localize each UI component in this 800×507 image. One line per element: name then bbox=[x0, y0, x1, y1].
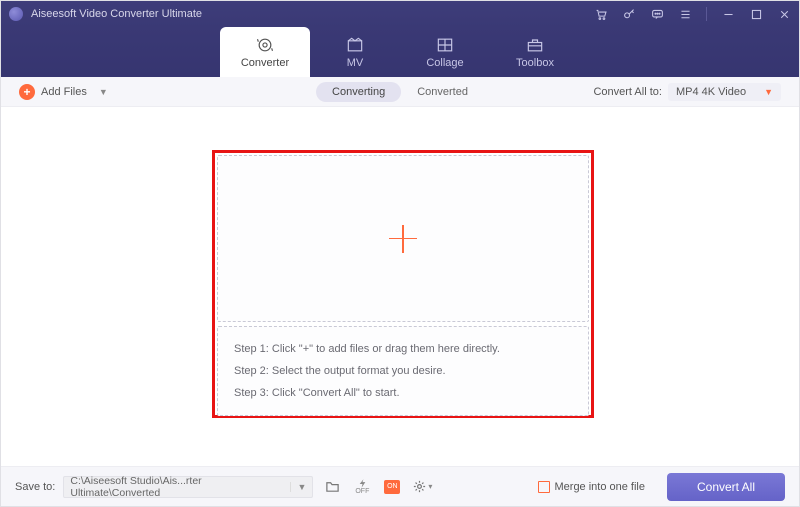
save-path-value: C:\Aiseesoft Studio\Ais...rter Ultimate\… bbox=[70, 475, 290, 499]
cart-icon[interactable] bbox=[594, 7, 608, 21]
off-label: OFF bbox=[355, 488, 369, 495]
tab-label: Converter bbox=[241, 57, 289, 69]
hardware-accel-button[interactable]: OFF bbox=[351, 476, 373, 498]
main-tabs: Converter MV Collage Toolbox bbox=[1, 27, 799, 77]
gpu-button[interactable]: ON bbox=[381, 476, 403, 498]
app-logo-icon bbox=[9, 7, 23, 21]
window-controls bbox=[594, 7, 791, 21]
merge-checkbox[interactable]: Merge into one file bbox=[538, 481, 646, 493]
tab-collage[interactable]: Collage bbox=[400, 27, 490, 77]
chevron-down-icon: ▼ bbox=[764, 87, 773, 97]
gpu-icon: ON bbox=[384, 480, 400, 494]
add-plus-icon bbox=[389, 225, 417, 253]
checkbox-icon bbox=[538, 481, 550, 493]
menu-icon[interactable] bbox=[678, 7, 692, 21]
chevron-down-icon: ▾ bbox=[428, 482, 432, 491]
chevron-down-icon: ▼ bbox=[99, 87, 108, 97]
close-button[interactable] bbox=[777, 7, 791, 21]
step-1: Step 1: Click "+" to add files or drag t… bbox=[234, 343, 572, 355]
tab-label: Toolbox bbox=[516, 57, 554, 69]
convert-all-to: Convert All to: MP4 4K Video ▼ bbox=[593, 83, 781, 101]
feedback-icon[interactable] bbox=[650, 7, 664, 21]
open-folder-button[interactable] bbox=[321, 476, 343, 498]
instructions: Step 1: Click "+" to add files or drag t… bbox=[217, 326, 589, 416]
sub-tab-converted[interactable]: Converted bbox=[401, 82, 484, 102]
format-value: MP4 4K Video bbox=[676, 86, 746, 98]
tab-mv[interactable]: MV bbox=[310, 27, 400, 77]
tab-converter[interactable]: Converter bbox=[220, 27, 310, 77]
save-to-label: Save to: bbox=[15, 481, 55, 493]
tab-toolbox[interactable]: Toolbox bbox=[490, 27, 580, 77]
drop-zone[interactable] bbox=[217, 155, 589, 322]
convert-to-label: Convert All to: bbox=[593, 86, 661, 98]
convert-all-button[interactable]: Convert All bbox=[667, 473, 785, 501]
add-files-button[interactable]: + Add Files ▼ bbox=[19, 84, 108, 100]
title-bar: Aiseesoft Video Converter Ultimate bbox=[1, 1, 799, 27]
step-2: Step 2: Select the output format you des… bbox=[234, 365, 572, 377]
key-icon[interactable] bbox=[622, 7, 636, 21]
tab-label: MV bbox=[347, 57, 364, 69]
format-selector[interactable]: MP4 4K Video ▼ bbox=[668, 83, 781, 101]
footer-bar: Save to: C:\Aiseesoft Studio\Ais...rter … bbox=[1, 466, 799, 506]
plus-icon: + bbox=[19, 84, 35, 100]
divider bbox=[706, 7, 707, 21]
minimize-button[interactable] bbox=[721, 7, 735, 21]
main-area: Step 1: Click "+" to add files or drag t… bbox=[1, 107, 799, 468]
tab-label: Collage bbox=[426, 57, 463, 69]
sub-tab-converting[interactable]: Converting bbox=[316, 82, 401, 102]
merge-label: Merge into one file bbox=[555, 481, 646, 493]
save-path-field[interactable]: C:\Aiseesoft Studio\Ais...rter Ultimate\… bbox=[63, 476, 313, 498]
add-files-label: Add Files bbox=[41, 86, 87, 98]
settings-button[interactable]: ▾ bbox=[411, 476, 433, 498]
app-title: Aiseesoft Video Converter Ultimate bbox=[31, 8, 594, 20]
status-tabs: Converting Converted bbox=[316, 82, 484, 102]
step-3: Step 3: Click "Convert All" to start. bbox=[234, 387, 572, 399]
chevron-down-icon: ▼ bbox=[290, 482, 306, 492]
toolbar: + Add Files ▼ Converting Converted Conve… bbox=[1, 77, 799, 107]
maximize-button[interactable] bbox=[749, 7, 763, 21]
